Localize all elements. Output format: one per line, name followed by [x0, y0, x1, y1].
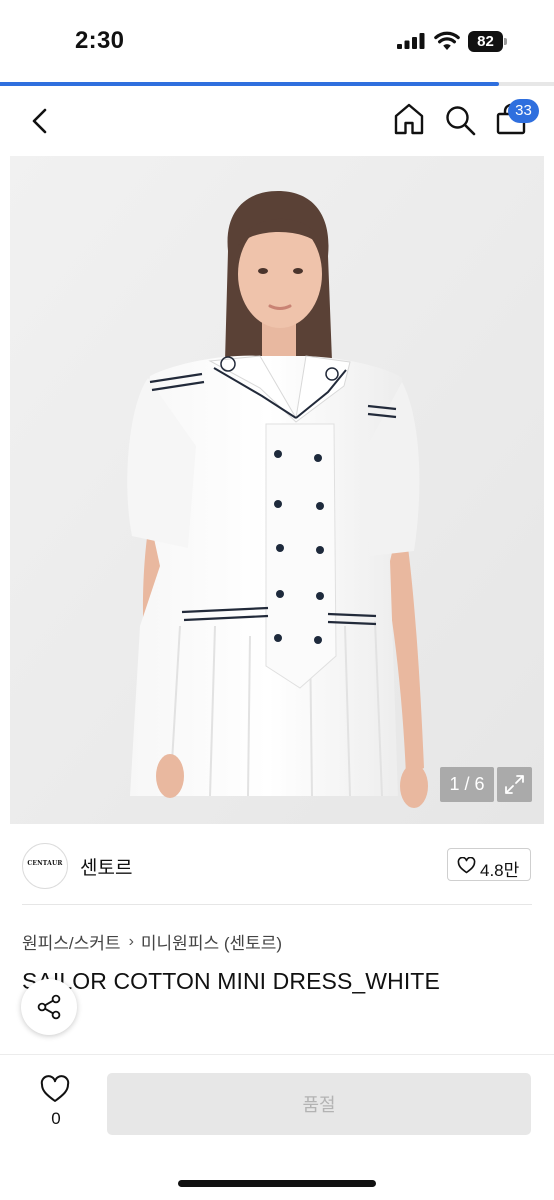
status-time: 2:30: [75, 27, 125, 54]
home-icon[interactable]: [392, 102, 426, 136]
battery-tip: [504, 38, 507, 45]
brand-row[interactable]: CENTAUR 센토르 4.8만: [0, 840, 554, 892]
brand-like-count: 4.8만: [480, 861, 520, 880]
sold-out-button[interactable]: 품절: [107, 1073, 531, 1135]
brand-logo-text: CENTAUR: [27, 860, 63, 867]
top-nav: [0, 86, 554, 156]
battery-indicator: 82: [468, 31, 508, 52]
expand-button[interactable]: [497, 767, 532, 802]
product-title: SAILOR COTTON MINI DRESS_WHITE: [22, 968, 440, 994]
signal-icon: [397, 33, 425, 49]
wishlist-button[interactable]: 0: [38, 1075, 74, 1131]
wifi-icon: [434, 31, 460, 50]
brand-like-button[interactable]: 4.8만: [447, 848, 531, 881]
section-divider: [22, 904, 532, 905]
breadcrumb: 원피스/스커트 › 미니원피스 (센토르): [22, 929, 282, 954]
image-pager: 1 / 6: [440, 767, 494, 802]
breadcrumb-subcategory[interactable]: 미니원피스 (센토르): [141, 929, 282, 954]
bottom-bar-divider: [0, 1054, 554, 1055]
breadcrumb-category[interactable]: 원피스/스커트: [22, 929, 121, 954]
product-photo[interactable]: [10, 156, 544, 824]
breadcrumb-separator: ›: [128, 932, 134, 950]
share-icon: [37, 994, 61, 1020]
search-icon[interactable]: [443, 103, 477, 137]
battery-level: 82: [468, 31, 503, 52]
heart-icon: [457, 857, 476, 874]
model-in-sailor-dress-illustration: [10, 156, 544, 824]
status-bar: 2:30 82: [0, 0, 554, 84]
share-button[interactable]: [21, 979, 77, 1035]
cart-count-badge[interactable]: 33: [508, 99, 539, 123]
home-indicator: [178, 1180, 376, 1187]
brand-logo[interactable]: CENTAUR: [22, 843, 68, 889]
back-icon[interactable]: [26, 106, 54, 136]
brand-name[interactable]: 센토르: [80, 853, 132, 880]
heart-icon: [40, 1075, 70, 1102]
wishlist-count: 0: [51, 1109, 61, 1128]
expand-icon: [505, 775, 524, 794]
